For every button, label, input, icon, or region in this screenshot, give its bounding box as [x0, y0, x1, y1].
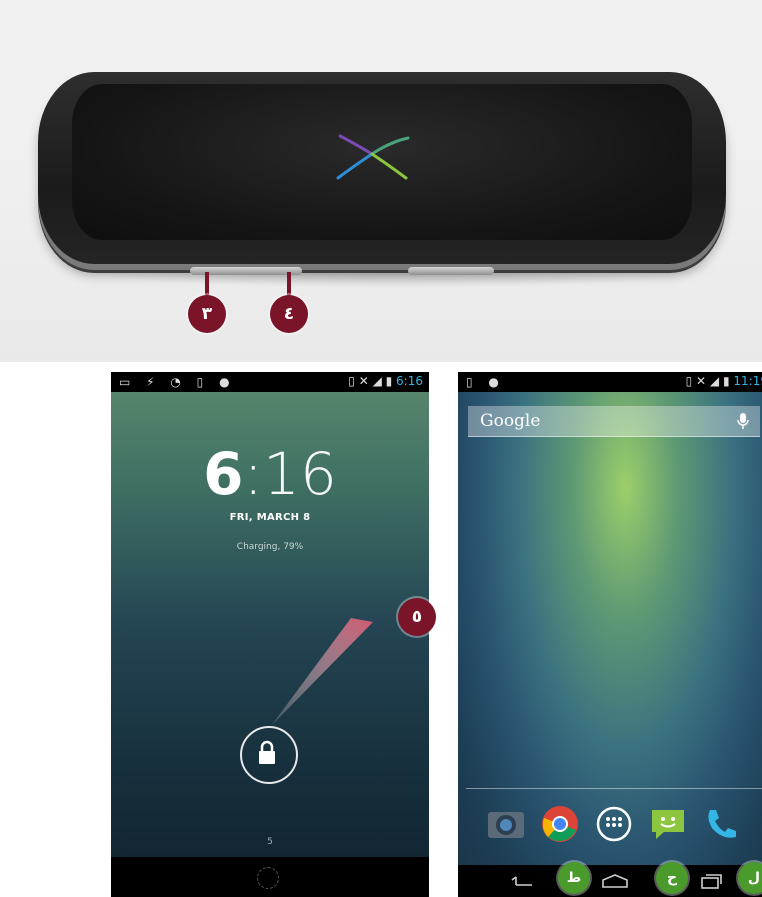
callout-stem: [287, 272, 291, 296]
recent-apps-button-icon[interactable]: [698, 873, 724, 889]
dock-divider: [466, 788, 762, 789]
lock-navigation-bar: [111, 857, 429, 897]
callout-stem: [205, 272, 209, 296]
nexus-x-logo-icon: [336, 134, 410, 180]
callout-back: ط: [558, 862, 590, 894]
callout-recents: ل: [738, 862, 762, 894]
navigation-bar: [458, 865, 762, 897]
status-bar: ▯ ● ▯ ✕ ◢ ▮ 11:19: [458, 372, 762, 392]
app-drawer-icon[interactable]: [594, 804, 634, 844]
homescreen: ▯ ● ▯ ✕ ◢ ▮ 11:19 Google: [458, 372, 762, 897]
camera-app-icon[interactable]: [486, 804, 526, 844]
signal-icon: ▯ ✕ ◢ ▮: [685, 374, 730, 388]
phone-screen: [72, 84, 692, 240]
page-indicator: 5: [267, 837, 273, 847]
google-logo: Google: [480, 411, 541, 431]
messaging-app-icon[interactable]: [648, 804, 688, 844]
callout-3: ٣: [188, 295, 226, 333]
back-button-icon[interactable]: [510, 873, 536, 889]
microphone-icon[interactable]: [736, 412, 750, 430]
swipe-arrow: [271, 618, 373, 726]
device-photo: ٣ ٤: [0, 0, 762, 362]
status-time: 11:19: [733, 374, 762, 388]
callout-home: ح: [656, 862, 688, 894]
callout-5: ٥: [398, 598, 436, 636]
status-right: ▯ ✕ ◢ ▮ 11:19: [686, 374, 762, 388]
lock-icon: [259, 740, 275, 764]
phone-app-icon[interactable]: [702, 804, 742, 844]
notification-icons: ▯ ●: [466, 375, 505, 389]
lockscreen: ▭ ⚡ ◔ ▯ ● ▯ ✕ ◢ ▮ 6:16 6:16 FRI, MARCH 8…: [111, 372, 429, 897]
callout-4: ٤: [270, 295, 308, 333]
power-button: [408, 267, 494, 275]
google-search-bar[interactable]: Google: [468, 406, 760, 437]
home-button-icon[interactable]: [600, 873, 630, 889]
chrome-app-icon[interactable]: [540, 804, 580, 844]
home-hint-icon: [257, 867, 279, 889]
